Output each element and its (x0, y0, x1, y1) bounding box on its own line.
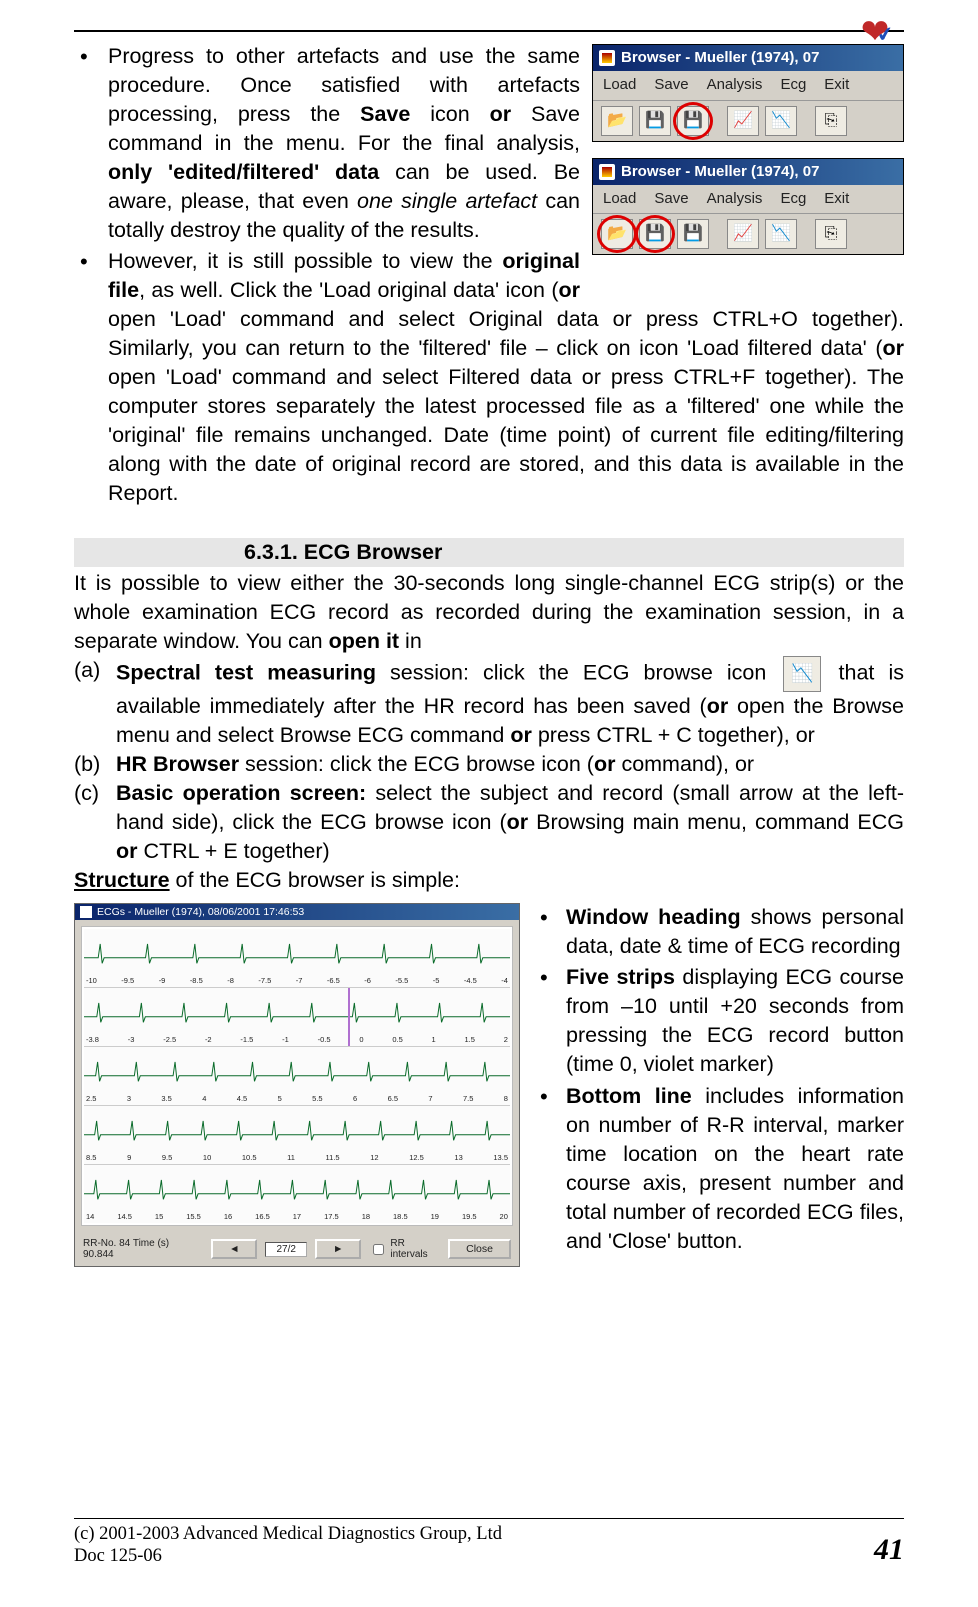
window-menubar: Load Save Analysis Ecg Exit (593, 185, 903, 214)
menu-load[interactable]: Load (603, 75, 636, 95)
page-footer: (c) 2001-2003 Advanced Medical Diagnosti… (74, 1518, 904, 1567)
save-disk-icon[interactable]: 💾 (639, 106, 671, 136)
ecg-bottom-bar: RR-No. 84 Time (s) 90.844 ◄ 27/2 ► RR in… (75, 1232, 519, 1266)
next-button[interactable]: ► (315, 1239, 361, 1259)
app-icon (599, 164, 615, 180)
open-folder-icon[interactable]: 📂 (601, 106, 633, 136)
exit-door-icon[interactable]: ⎘ (815, 219, 847, 249)
browser-screenshots: Browser - Mueller (1974), 07 Load Save A… (592, 44, 904, 271)
ecg-strip: 2.533.544.555.566.577.58 (84, 1047, 510, 1106)
footer-rule (74, 1518, 904, 1519)
rr-info: RR-No. 84 Time (s) 90.844 (83, 1238, 195, 1260)
chart-icon[interactable]: 📈 (727, 106, 759, 136)
browser-window-load: Browser - Mueller (1974), 07 Load Save A… (592, 158, 904, 256)
menu-ecg[interactable]: Ecg (780, 189, 806, 209)
menu-save[interactable]: Save (654, 75, 688, 95)
ecg-strip: 8.599.51010.51111.51212.51313.5 (84, 1106, 510, 1165)
structure-item: Bottom line includes information on numb… (536, 1082, 904, 1256)
rr-checkbox[interactable]: RR intervals (369, 1238, 440, 1260)
axis-ticks: -10-9.5-9-8.5-8-7.5-7-6.5-6-5.5-5-4.5-4 (84, 976, 510, 986)
page-number: 41 (874, 1533, 904, 1567)
ecg-browse-icon[interactable]: 📉 (783, 656, 821, 692)
ecg-window: ECGs - Mueller (1974), 08/06/2001 17:46:… (74, 903, 520, 1267)
browser-window-save: Browser - Mueller (1974), 07 Load Save A… (592, 44, 904, 142)
window-menubar: Load Save Analysis Ecg Exit (593, 71, 903, 100)
ecg-pulse-icon[interactable]: 📉 (765, 219, 797, 249)
structure-item: Five strips displaying ECG course from –… (536, 963, 904, 1079)
structure-line: Structure of the ECG browser is simple: (74, 866, 904, 895)
menu-load[interactable]: Load (603, 189, 636, 209)
save-disk-icon[interactable]: 💾 (677, 219, 709, 249)
menu-ecg[interactable]: Ecg (780, 75, 806, 95)
section-heading: 6.3.1. ECG Browser (74, 538, 904, 567)
axis-ticks: 2.533.544.555.566.577.58 (84, 1094, 510, 1104)
window-toolbar: 📂 💾 💾 📈 📉 ⎘ (593, 101, 903, 141)
ecg-title-text: ECGs - Mueller (1974), 08/06/2001 17:46:… (97, 906, 304, 918)
menu-analysis[interactable]: Analysis (707, 75, 763, 95)
open-folder-icon[interactable]: 📂 (601, 219, 633, 249)
page-field[interactable]: 27/2 (265, 1242, 306, 1257)
axis-ticks: -3.8-3-2.5-2-1.5-1-0.500.511.52 (84, 1035, 510, 1045)
menu-exit[interactable]: Exit (824, 75, 849, 95)
bullet-item-1: Browser - Mueller (1974), 07 Load Save A… (74, 42, 904, 245)
axis-ticks: 1414.51515.51616.51717.51818.51919.520 (84, 1212, 510, 1222)
ecg-strips: -10-9.5-9-8.5-8-7.5-7-6.5-6-5.5-5-4.5-4 -… (81, 926, 513, 1226)
close-button[interactable]: Close (448, 1239, 511, 1259)
page: ❤✔ Browser - Mueller (1974), 07 Load Sav… (0, 0, 978, 1607)
app-icon (80, 906, 92, 918)
highlight-circle-icon (673, 102, 713, 140)
item-b: (b)HR Browser session: click the ECG bro… (74, 750, 904, 779)
app-icon (599, 50, 615, 66)
copyright: (c) 2001-2003 Advanced Medical Diagnosti… (74, 1523, 502, 1545)
item-a: (a)Spectral test measuring session: clic… (74, 656, 904, 750)
save-circled-icon[interactable]: 💾 (677, 106, 709, 136)
structure-item: Window heading shows personal data, date… (536, 903, 904, 961)
ecg-titlebar: ECGs - Mueller (1974), 08/06/2001 17:46:… (75, 904, 519, 920)
window-title: Browser - Mueller (1974), 07 (621, 162, 819, 182)
window-titlebar: Browser - Mueller (1974), 07 (593, 45, 903, 71)
load-filtered-icon[interactable]: 💾 (639, 219, 671, 249)
ecg-strip: 1414.51515.51616.51717.51818.51919.520 (84, 1165, 510, 1223)
item-c: (c)Basic operation screen: select the su… (74, 779, 904, 866)
chart-icon[interactable]: 📈 (727, 219, 759, 249)
header-rule (74, 30, 904, 32)
prev-button[interactable]: ◄ (211, 1239, 257, 1259)
menu-save[interactable]: Save (654, 189, 688, 209)
bullet-item-2: However, it is still possible to view th… (74, 247, 904, 508)
ecg-columns: ECGs - Mueller (1974), 08/06/2001 17:46:… (74, 903, 904, 1267)
footer-left: (c) 2001-2003 Advanced Medical Diagnosti… (74, 1523, 502, 1567)
lettered-list: (a)Spectral test measuring session: clic… (74, 656, 904, 866)
doc-id: Doc 125-06 (74, 1545, 502, 1567)
ecg-strip: -10-9.5-9-8.5-8-7.5-7-6.5-6-5.5-5-4.5-4 (84, 929, 510, 988)
menu-analysis[interactable]: Analysis (707, 189, 763, 209)
ecg-strip: -3.8-3-2.5-2-1.5-1-0.500.511.52 (84, 988, 510, 1047)
bullet-list: Browser - Mueller (1974), 07 Load Save A… (74, 42, 904, 508)
menu-exit[interactable]: Exit (824, 189, 849, 209)
axis-ticks: 8.599.51010.51111.51212.51313.5 (84, 1153, 510, 1163)
intro-paragraph: It is possible to view either the 30-sec… (74, 569, 904, 656)
window-title: Browser - Mueller (1974), 07 (621, 48, 819, 68)
window-titlebar: Browser - Mueller (1974), 07 (593, 159, 903, 185)
structure-list: Window heading shows personal data, date… (536, 903, 904, 1257)
exit-door-icon[interactable]: ⎘ (815, 106, 847, 136)
ecg-pulse-icon[interactable]: 📉 (765, 106, 797, 136)
